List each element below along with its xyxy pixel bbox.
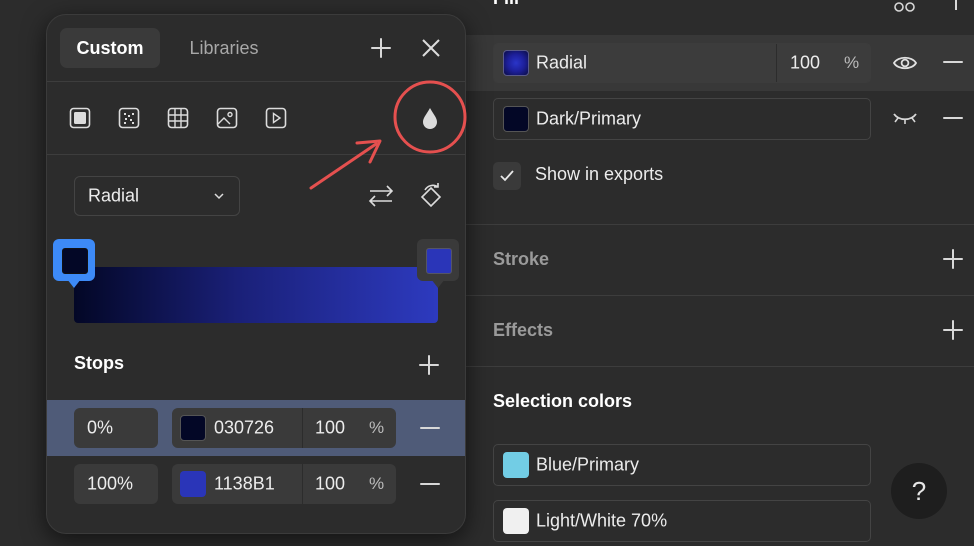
highlight-circle — [393, 80, 467, 154]
annotation-arrow-icon — [309, 139, 382, 190]
annotation-overlay — [309, 80, 467, 190]
